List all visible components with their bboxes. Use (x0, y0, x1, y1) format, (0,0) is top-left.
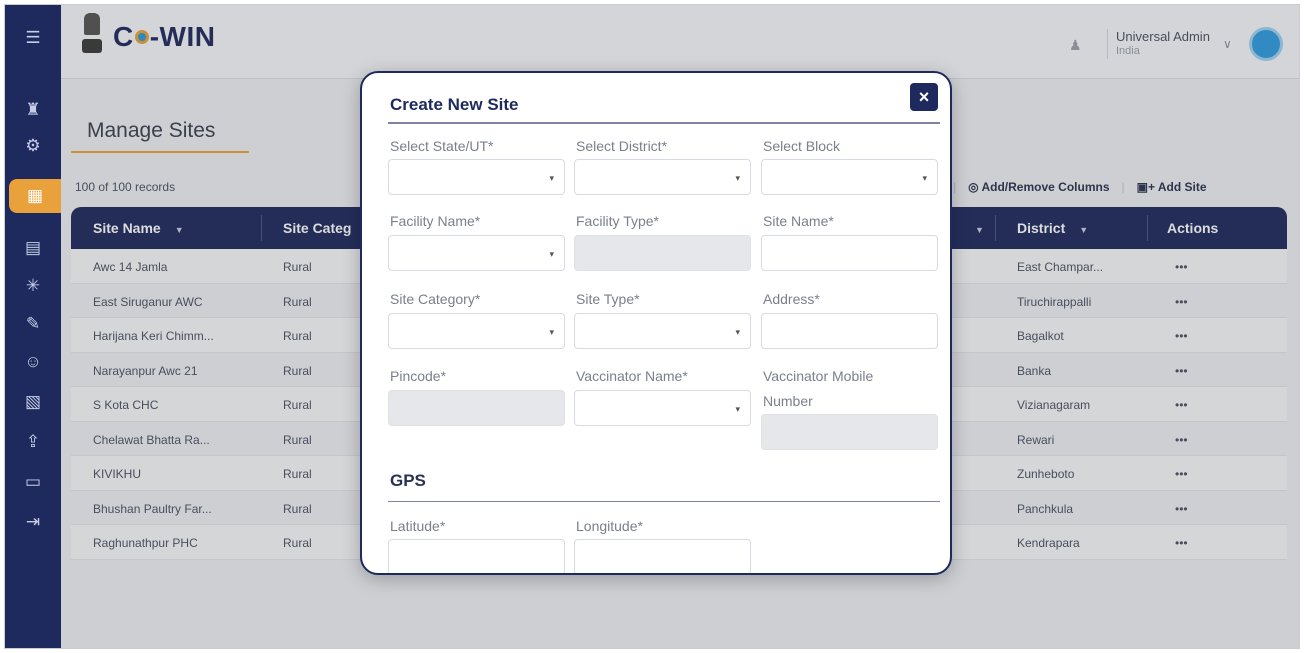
document-icon[interactable]: ▧ (5, 385, 61, 419)
card-icon[interactable]: ▭ (5, 465, 61, 499)
pincode-field (388, 390, 565, 426)
gps-section-title: GPS (390, 471, 426, 490)
pincode-label: Pincode* (390, 368, 447, 384)
modal-title: Create New Site (390, 95, 519, 114)
state-select[interactable]: ▾ (388, 159, 565, 195)
caret-down-icon: ▾ (735, 173, 740, 183)
vaccinator-name-select[interactable]: ▾ (574, 390, 751, 426)
caret-down-icon: ▾ (549, 249, 554, 259)
state-label: Select State/UT* (390, 138, 494, 154)
close-button[interactable]: × (910, 83, 938, 111)
site-category-select[interactable]: ▾ (388, 313, 565, 349)
site-type-select[interactable]: ▾ (574, 313, 751, 349)
vaccinator-mobile-label: Vaccinator Mobile Number (763, 368, 874, 409)
upload-icon[interactable]: ⇪ (5, 425, 61, 459)
reports-icon[interactable]: ▤ (5, 231, 61, 265)
site-type-label: Site Type* (576, 291, 640, 307)
menu-icon[interactable]: ☰ (5, 21, 61, 55)
longitude-label: Longitude* (576, 518, 643, 534)
app-frame: ☰ ♜ ⚙ ▦ ▤ ✳ ✎ ☺ ▧ ⇪ ▭ ⇥ C -WIN ♟ Universa… (4, 4, 1300, 649)
edit-icon[interactable]: ✎ (5, 307, 61, 341)
caret-down-icon: ▾ (549, 327, 554, 337)
site-category-label: Site Category* (390, 291, 481, 307)
latitude-label: Latitude* (390, 518, 446, 534)
facility-type-field (574, 235, 751, 271)
district-select[interactable]: ▾ (574, 159, 751, 195)
site-name-label: Site Name* (763, 213, 834, 229)
caret-down-icon: ▾ (735, 327, 740, 337)
users-icon[interactable]: ☺ (5, 345, 61, 379)
vaccinator-name-label: Vaccinator Name* (576, 368, 688, 384)
block-label: Select Block (763, 138, 841, 154)
create-site-modal: Create New Site × Select State/UT* ▾ Sel… (360, 71, 952, 575)
address-input[interactable] (761, 313, 938, 349)
caret-down-icon: ▾ (735, 404, 740, 414)
address-label: Address* (763, 291, 820, 307)
facility-name-select[interactable]: ▾ (388, 235, 565, 271)
latitude-input[interactable] (388, 539, 565, 573)
block-select[interactable]: ▾ (761, 159, 938, 195)
logout-icon[interactable]: ⇥ (5, 505, 61, 539)
settings-icon[interactable]: ⚙ (5, 129, 61, 163)
facility-name-label: Facility Name* (390, 213, 481, 229)
site-name-input[interactable] (761, 235, 938, 271)
sites-icon[interactable]: ▦ (9, 179, 61, 213)
vaccine-icon[interactable]: ✳ (5, 269, 61, 303)
dashboard-icon[interactable]: ♜ (5, 93, 61, 127)
longitude-input[interactable] (574, 539, 751, 573)
sidebar: ☰ ♜ ⚙ ▦ ▤ ✳ ✎ ☺ ▧ ⇪ ▭ ⇥ (5, 5, 61, 648)
caret-down-icon: ▾ (549, 173, 554, 183)
district-label: Select District* (576, 138, 668, 154)
vaccinator-mobile-field (761, 414, 938, 450)
caret-down-icon: ▾ (922, 173, 927, 183)
facility-type-label: Facility Type* (576, 213, 659, 229)
